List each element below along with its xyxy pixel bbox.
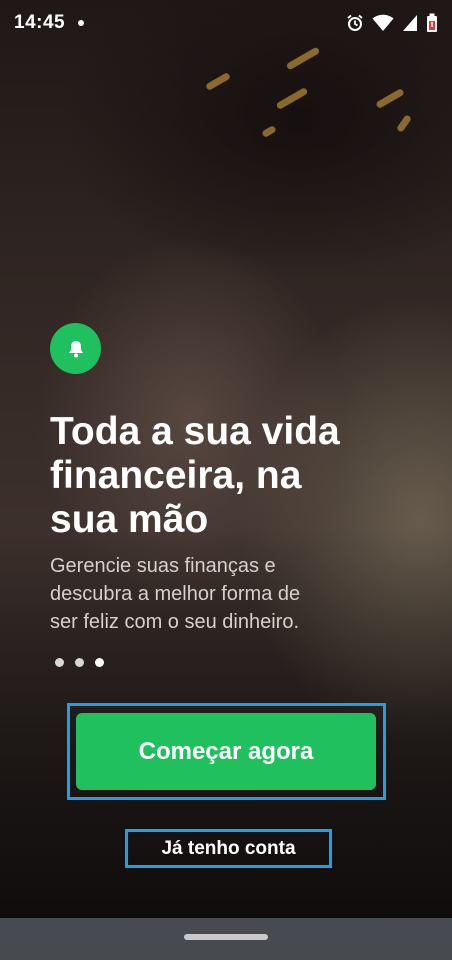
start-now-button[interactable]: Começar agora: [76, 713, 376, 790]
status-time: 14:45: [14, 12, 66, 33]
page-subtitle: Gerencie suas finanças e descubra a melh…: [50, 555, 301, 633]
page-dot: [75, 658, 84, 667]
bell-icon: [68, 340, 83, 357]
signal-icon: [403, 15, 417, 31]
wifi-icon: [372, 14, 394, 31]
home-gesture-handle[interactable]: [184, 934, 268, 940]
battery-low-icon: [427, 13, 437, 32]
navigation-bar: [0, 918, 452, 960]
page-dot-active: [95, 658, 104, 667]
page-title: Toda a sua vida financeira, na sua mão: [50, 410, 340, 541]
page-dot: [55, 658, 64, 667]
alarm-icon: [347, 14, 363, 31]
page-indicator: [55, 658, 104, 667]
status-bar: 14:45: [0, 0, 452, 48]
notification-dot-icon: [78, 20, 84, 26]
notification-badge: [50, 323, 101, 374]
have-account-link[interactable]: Já tenho conta: [128, 832, 329, 865]
onboarding-screen: 14:45 Toda a sua vida financeira, na sua…: [0, 0, 452, 960]
